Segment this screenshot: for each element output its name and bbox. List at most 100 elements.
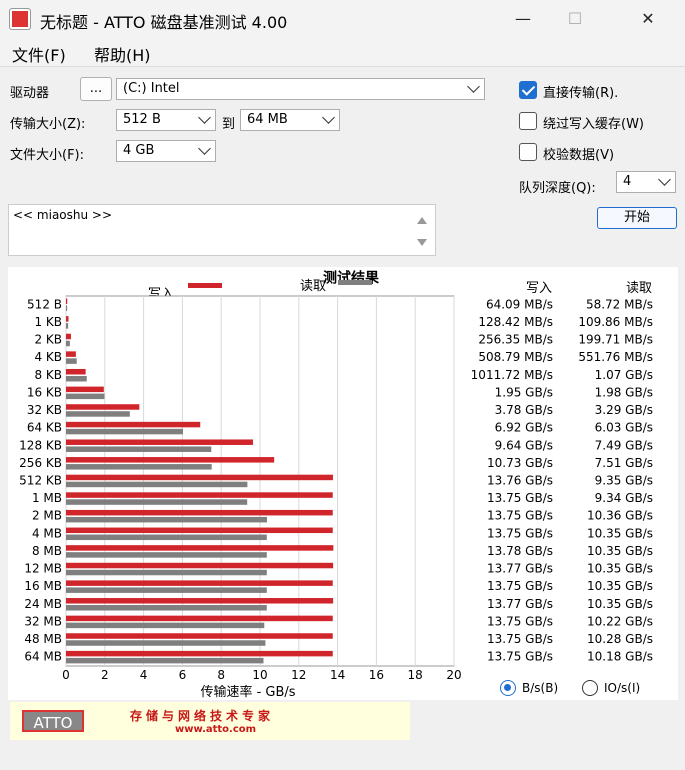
read-value: 1.07 GB/s	[595, 368, 653, 382]
write-value: 256.35 MB/s	[478, 333, 553, 347]
write-value: 1011.72 MB/s	[471, 368, 553, 382]
unit-io-label: IO/s(I)	[604, 681, 641, 695]
read-value: 3.29 GB/s	[595, 403, 653, 417]
chevron-down-icon	[198, 142, 211, 155]
x-tick-label: 14	[330, 668, 345, 682]
bar-write	[66, 598, 334, 604]
read-value: 10.35 GB/s	[587, 526, 653, 540]
bar-read	[66, 605, 267, 611]
bar-write	[66, 333, 71, 340]
maximize-button[interactable]: ☐	[552, 0, 598, 38]
chevron-down-icon	[198, 111, 211, 124]
direct-io-label: 直接传输(R).	[543, 86, 619, 101]
transfer-size-to-select[interactable]: 64 MB	[240, 109, 340, 131]
x-tick-label: 20	[446, 668, 461, 682]
bar-write	[66, 386, 104, 393]
verify-data-label: 校验数据(V)	[543, 148, 615, 163]
bar-read	[66, 393, 105, 400]
bar-write	[66, 580, 333, 586]
read-value: 10.22 GB/s	[587, 614, 653, 628]
bar-write	[66, 368, 86, 375]
bar-read	[66, 622, 265, 629]
queue-depth-select[interactable]: 4	[616, 171, 676, 193]
close-button[interactable]: ✕	[625, 0, 671, 38]
unit-bytes-radio[interactable]	[500, 680, 516, 696]
bar-write	[66, 545, 334, 551]
read-value: 10.35 GB/s	[587, 544, 653, 558]
banner-url: www.atto.com	[175, 724, 257, 735]
transfer-size-from-select[interactable]: 512 B	[116, 109, 216, 131]
file-size-select[interactable]: 4 GB	[116, 140, 216, 162]
menu-help[interactable]: 帮助(H)	[94, 42, 151, 66]
direct-io-checkbox[interactable]	[519, 81, 537, 99]
y-tick-label: 1 KB	[34, 315, 62, 329]
bar-read	[66, 464, 212, 470]
unit-io-radio[interactable]	[582, 680, 598, 696]
read-value: 10.28 GB/s	[587, 632, 653, 646]
write-value: 13.75 GB/s	[487, 632, 553, 646]
transfer-to-value: 64 MB	[247, 112, 288, 127]
bar-read	[66, 640, 266, 646]
drive-value: (C:) Intel	[123, 81, 180, 96]
chevron-down-icon	[322, 111, 335, 124]
bar-read	[66, 323, 69, 329]
queue-depth-value: 4	[623, 174, 632, 189]
bypass-write-cache-label: 绕过写入缓存(W)	[543, 117, 644, 132]
description-textarea[interactable]: << miaoshu >>	[8, 204, 436, 256]
to-label: 到	[222, 117, 236, 132]
x-tick-label: 6	[179, 668, 187, 682]
bar-read	[66, 587, 267, 593]
legend-read-label: 读取	[300, 279, 326, 294]
bar-read	[66, 428, 183, 435]
y-tick-label: 16 MB	[24, 579, 62, 593]
bar-read	[66, 375, 87, 382]
bar-write	[66, 633, 333, 639]
write-value: 3.78 GB/s	[495, 403, 553, 417]
menu-bar: 文件(F) 帮助(H)	[0, 38, 685, 67]
bar-write	[66, 509, 333, 516]
read-value: 10.18 GB/s	[587, 650, 653, 664]
write-value: 508.79 MB/s	[478, 350, 553, 364]
write-value: 13.75 GB/s	[487, 614, 553, 628]
write-value: 13.75 GB/s	[487, 650, 553, 664]
results-chart: 测试结果 写入 读取 写入 读取 512 B1 KB2 KB4 KB8 KB16…	[19, 270, 653, 700]
bar-write	[66, 650, 333, 657]
bar-read	[66, 446, 212, 452]
x-axis-label: 传输速率 - GB/s	[200, 684, 295, 700]
scroll-down-icon[interactable]	[417, 239, 427, 246]
write-value: 13.78 GB/s	[487, 544, 553, 558]
chevron-down-icon	[467, 80, 480, 93]
chevron-down-icon	[658, 173, 671, 186]
bypass-write-cache-checkbox[interactable]	[519, 112, 537, 130]
read-value: 10.36 GB/s	[587, 509, 653, 523]
x-tick-label: 16	[369, 668, 384, 682]
results-panel: 测试结果 写入 读取 写入 读取 512 B1 KB 2 KB 4 KB 8 KB 16…	[8, 267, 678, 700]
verify-data-checkbox[interactable]	[519, 143, 537, 161]
bar-read	[66, 358, 77, 364]
transfer-from-value: 512 B	[123, 112, 161, 127]
atto-banner[interactable]: ATTO 存储与网络技术专家 www.atto.com	[10, 702, 410, 740]
bar-read	[66, 305, 68, 311]
read-value: 10.35 GB/s	[587, 562, 653, 576]
window-title: 无标题 - ATTO 磁盘基准测试 4.00	[40, 13, 288, 32]
x-tick-label: 18	[408, 668, 423, 682]
scroll-up-icon[interactable]	[417, 217, 427, 224]
start-button[interactable]: 开始	[597, 207, 677, 229]
file-size-value: 4 GB	[123, 143, 155, 158]
bar-write	[66, 527, 333, 534]
y-tick-label: 32 MB	[24, 614, 62, 628]
x-tick-label: 0	[62, 668, 70, 682]
y-tick-label: 4 KB	[34, 350, 62, 364]
y-tick-label: 8 KB	[34, 368, 62, 382]
bar-read	[66, 411, 130, 417]
read-value: 7.51 GB/s	[595, 456, 653, 470]
minimize-button[interactable]: —	[500, 0, 546, 38]
bar-write	[66, 351, 76, 357]
browse-button[interactable]: ...	[80, 77, 112, 101]
drive-select[interactable]: (C:) Intel	[116, 78, 485, 100]
bar-read	[66, 657, 264, 664]
bar-read	[66, 481, 248, 488]
menu-file[interactable]: 文件(F)	[12, 42, 66, 66]
title-bar: 无标题 - ATTO 磁盘基准测试 4.00 — ☐ ✕	[0, 0, 685, 38]
read-value: 1.98 GB/s	[595, 385, 653, 399]
